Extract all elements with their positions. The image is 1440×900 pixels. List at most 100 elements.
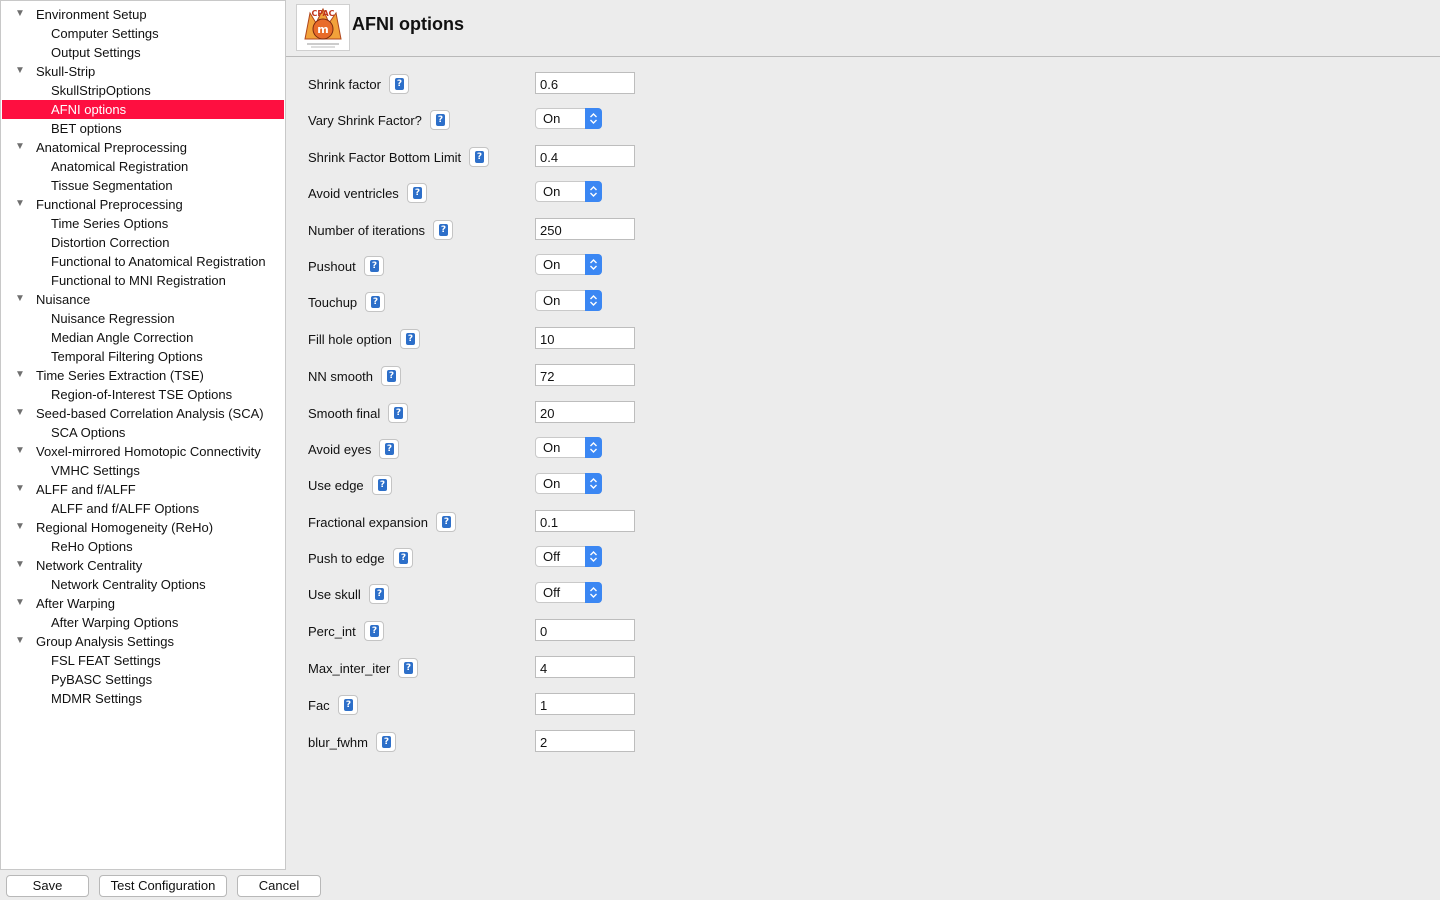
- help-icon[interactable]: ?: [407, 183, 427, 203]
- triangle-down-icon[interactable]: ▼: [15, 62, 27, 81]
- sidebar-item-nuisance-regression[interactable]: Nuisance Regression: [2, 309, 284, 328]
- number-of-iterations-input[interactable]: [535, 218, 635, 240]
- triangle-down-icon[interactable]: ▼: [15, 632, 27, 651]
- max-inter-iter-input[interactable]: [535, 656, 635, 678]
- avoid-eyes-select[interactable]: On: [535, 437, 602, 458]
- page-title: AFNI options: [352, 14, 464, 34]
- sidebar-item-group-analysis-settings[interactable]: ▼ Group Analysis Settings: [2, 632, 284, 651]
- help-icon[interactable]: ?: [469, 147, 489, 167]
- sidebar-item-network-centrality[interactable]: ▼ Network Centrality: [2, 556, 284, 575]
- help-icon[interactable]: ?: [430, 110, 450, 130]
- sidebar-item-regional-homogeneity-reho[interactable]: ▼ Regional Homogeneity (ReHo): [2, 518, 284, 537]
- help-icon[interactable]: ?: [364, 256, 384, 276]
- use-skull-select[interactable]: Off: [535, 582, 602, 603]
- sidebar-item-mdmr-settings[interactable]: MDMR Settings: [2, 689, 284, 708]
- triangle-down-icon[interactable]: ▼: [15, 556, 27, 575]
- sidebar-item-after-warping[interactable]: ▼ After Warping: [2, 594, 284, 613]
- sidebar-item-reho-options[interactable]: ReHo Options: [2, 537, 284, 556]
- sidebar-item-sca-options[interactable]: SCA Options: [2, 423, 284, 442]
- sidebar-item-functional-to-anatomical-registration[interactable]: Functional to Anatomical Registration: [2, 252, 284, 271]
- field-vary-shrink-factor: Vary Shrink Factor?? On: [308, 108, 638, 134]
- help-icon[interactable]: ?: [369, 584, 389, 604]
- sidebar-item-anatomical-preprocessing[interactable]: ▼ Anatomical Preprocessing: [2, 138, 284, 157]
- sidebar-item-label: Output Settings: [51, 45, 141, 60]
- sidebar-item-voxel-mirrored-homotopic-connectivity[interactable]: ▼ Voxel-mirrored Homotopic Connectivity: [2, 442, 284, 461]
- triangle-down-icon[interactable]: ▼: [15, 138, 27, 157]
- sidebar-item-pybasc-settings[interactable]: PyBASC Settings: [2, 670, 284, 689]
- help-icon[interactable]: ?: [393, 548, 413, 568]
- sidebar-item-seed-based-correlation-analysis-sca[interactable]: ▼ Seed-based Correlation Analysis (SCA): [2, 404, 284, 423]
- sidebar-item-vmhc-settings[interactable]: VMHC Settings: [2, 461, 284, 480]
- cancel-button[interactable]: Cancel: [237, 875, 321, 897]
- sidebar-item-functional-preprocessing[interactable]: ▼ Functional Preprocessing: [2, 195, 284, 214]
- sidebar-item-bet-options[interactable]: BET options: [2, 119, 284, 138]
- help-icon[interactable]: ?: [372, 475, 392, 495]
- sidebar-item-skullstripoptions[interactable]: SkullStripOptions: [2, 81, 284, 100]
- sidebar-item-region-of-interest-tse-options[interactable]: Region-of-Interest TSE Options: [2, 385, 284, 404]
- sidebar-item-distortion-correction[interactable]: Distortion Correction: [2, 233, 284, 252]
- sidebar-item-time-series-extraction-tse[interactable]: ▼ Time Series Extraction (TSE): [2, 366, 284, 385]
- save-button[interactable]: Save: [6, 875, 89, 897]
- sidebar-item-environment-setup[interactable]: ▼ Environment Setup: [2, 5, 284, 24]
- field-blur-fwhm: blur_fwhm?: [308, 730, 638, 756]
- avoid-ventricles-select[interactable]: On: [535, 181, 602, 202]
- triangle-down-icon[interactable]: ▼: [15, 5, 27, 24]
- help-icon[interactable]: ?: [381, 366, 401, 386]
- sidebar-item-median-angle-correction[interactable]: Median Angle Correction: [2, 328, 284, 347]
- help-icon[interactable]: ?: [388, 403, 408, 423]
- sidebar-item-alff-and-f-alff-options[interactable]: ALFF and f/ALFF Options: [2, 499, 284, 518]
- sidebar-item-afni-options[interactable]: AFNI options: [2, 100, 284, 119]
- sidebar-item-functional-to-mni-registration[interactable]: Functional to MNI Registration: [2, 271, 284, 290]
- help-icon[interactable]: ?: [436, 512, 456, 532]
- triangle-down-icon[interactable]: ▼: [15, 195, 27, 214]
- sidebar-item-label: BET options: [51, 121, 122, 136]
- sidebar-item-network-centrality-options[interactable]: Network Centrality Options: [2, 575, 284, 594]
- field-label: Push to edge: [308, 551, 385, 566]
- triangle-down-icon[interactable]: ▼: [15, 518, 27, 537]
- fractional-expansion-input[interactable]: [535, 510, 635, 532]
- triangle-down-icon[interactable]: ▼: [15, 290, 27, 309]
- help-icon[interactable]: ?: [379, 439, 399, 459]
- help-icon[interactable]: ?: [389, 74, 409, 94]
- pushout-select[interactable]: On: [535, 254, 602, 275]
- perc-int-input[interactable]: [535, 619, 635, 641]
- triangle-down-icon[interactable]: ▼: [15, 442, 27, 461]
- sidebar-item-nuisance[interactable]: ▼ Nuisance: [2, 290, 284, 309]
- sidebar-item-label: Group Analysis Settings: [36, 634, 175, 649]
- sidebar-item-alff-and-f-alff[interactable]: ▼ ALFF and f/ALFF: [2, 480, 284, 499]
- help-icon[interactable]: ?: [365, 292, 385, 312]
- triangle-down-icon[interactable]: ▼: [15, 366, 27, 385]
- triangle-down-icon[interactable]: ▼: [15, 480, 27, 499]
- test-configuration-button[interactable]: Test Configuration: [99, 875, 227, 897]
- vary-shrink-factor-select[interactable]: On: [535, 108, 602, 129]
- field-perc-int: Perc_int?: [308, 619, 638, 645]
- sidebar-item-anatomical-registration[interactable]: Anatomical Registration: [2, 157, 284, 176]
- sidebar-item-fsl-feat-settings[interactable]: FSL FEAT Settings: [2, 651, 284, 670]
- smooth-final-input[interactable]: [535, 401, 635, 423]
- nn-smooth-input[interactable]: [535, 364, 635, 386]
- use-edge-select[interactable]: On: [535, 473, 602, 494]
- blur-fwhm-input[interactable]: [535, 730, 635, 752]
- help-icon[interactable]: ?: [364, 621, 384, 641]
- push-to-edge-select[interactable]: Off: [535, 546, 602, 567]
- shrink-factor-bottom-limit-input[interactable]: [535, 145, 635, 167]
- help-icon[interactable]: ?: [433, 220, 453, 240]
- fill-hole-option-input[interactable]: [535, 327, 635, 349]
- sidebar-item-after-warping-options[interactable]: After Warping Options: [2, 613, 284, 632]
- help-icon[interactable]: ?: [400, 329, 420, 349]
- sidebar-item-temporal-filtering-options[interactable]: Temporal Filtering Options: [2, 347, 284, 366]
- triangle-down-icon[interactable]: ▼: [15, 404, 27, 423]
- sidebar-item-skull-strip[interactable]: ▼ Skull-Strip: [2, 62, 284, 81]
- shrink-factor-input[interactable]: [535, 72, 635, 94]
- sidebar-item-output-settings[interactable]: Output Settings: [2, 43, 284, 62]
- help-icon[interactable]: ?: [338, 695, 358, 715]
- sidebar-item-computer-settings[interactable]: Computer Settings: [2, 24, 284, 43]
- sidebar-item-time-series-options[interactable]: Time Series Options: [2, 214, 284, 233]
- sidebar-item-tissue-segmentation[interactable]: Tissue Segmentation: [2, 176, 284, 195]
- fac-input[interactable]: [535, 693, 635, 715]
- help-icon[interactable]: ?: [376, 732, 396, 752]
- triangle-down-icon[interactable]: ▼: [15, 594, 27, 613]
- help-icon[interactable]: ?: [398, 658, 418, 678]
- field-shrink-factor: Shrink factor?: [308, 72, 638, 98]
- touchup-select[interactable]: On: [535, 290, 602, 311]
